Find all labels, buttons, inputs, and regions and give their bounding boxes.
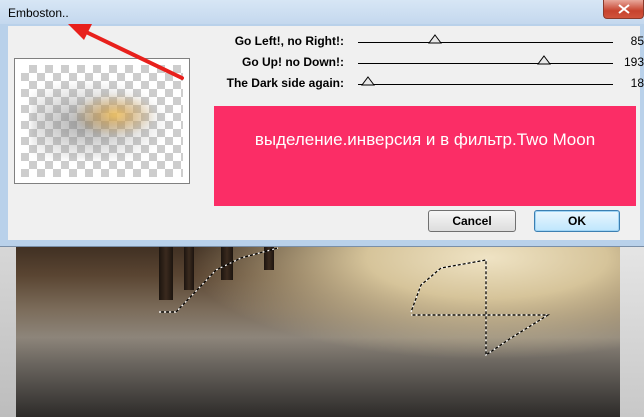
annotation-arrow-icon — [68, 24, 184, 80]
